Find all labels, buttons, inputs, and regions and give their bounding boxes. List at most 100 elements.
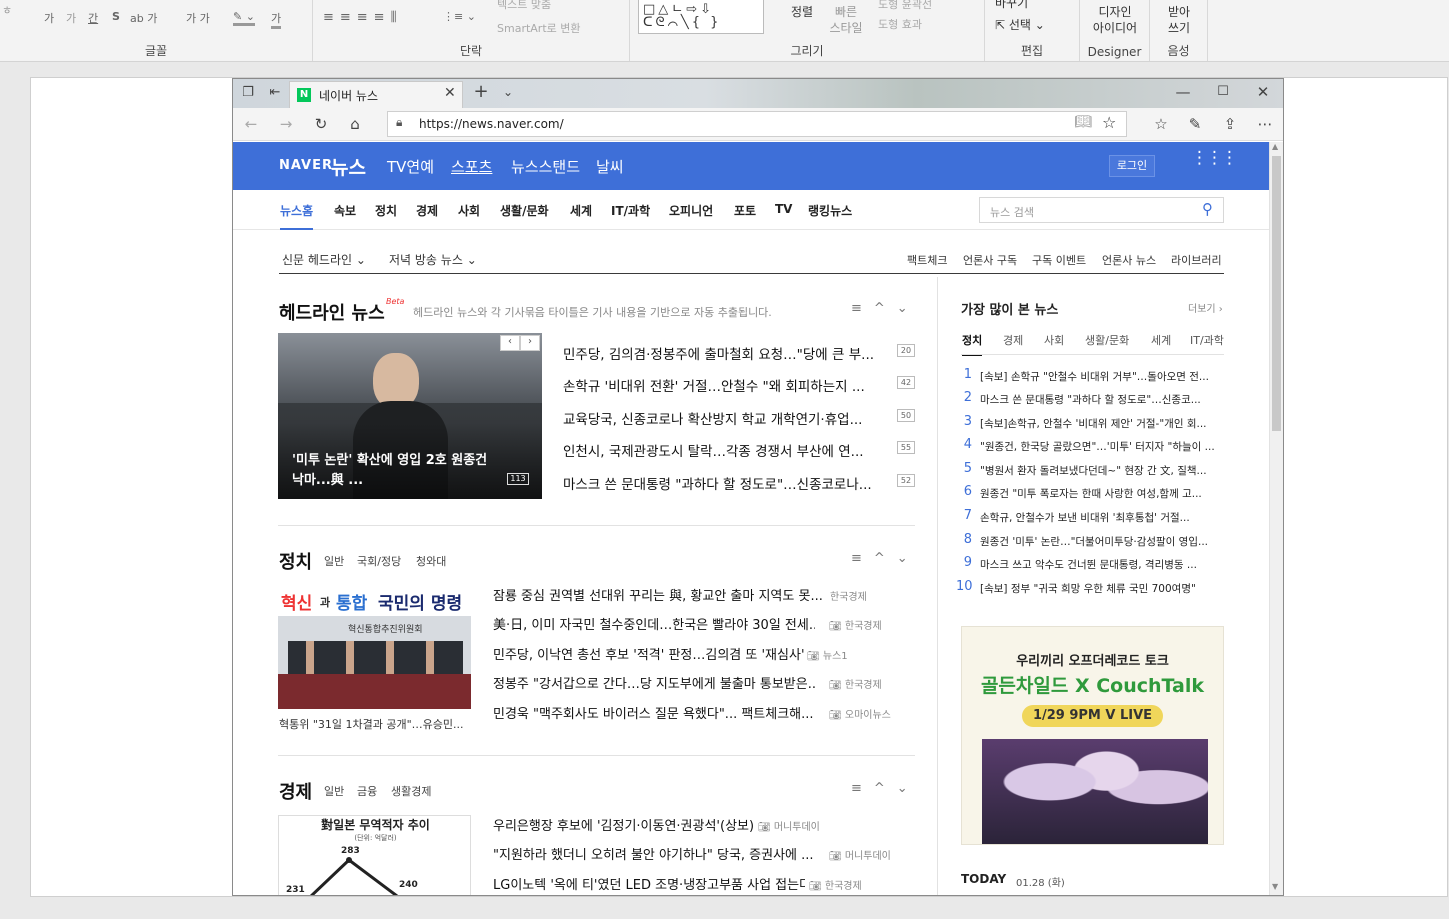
politics-item-1[interactable]: 잠룡 중심 권역별 선대위 꾸리는 與, 황교안 출마 지역도 못... — [493, 585, 823, 604]
politics-photo[interactable]: 혁신 과 통합 국민의 명령 혁신통합추진위원회 — [278, 586, 471, 709]
lnb-breaking[interactable]: 속보 — [334, 202, 356, 219]
minimize-icon[interactable]: — — [1173, 82, 1193, 102]
more-menu-icon[interactable]: ⋯ — [1255, 114, 1275, 134]
politics-item-3[interactable]: 민주당, 이낙연 총선 후보 '적격' 판정…김의겸 또 '재심사' — [493, 644, 805, 663]
ribbon-columns-icon[interactable]: ⋮≡ ⌄ — [443, 10, 476, 23]
scroll-down-icon[interactable]: ▼ — [1272, 882, 1278, 891]
ribbon-shape-effects-button[interactable]: 도형 효과 — [878, 16, 922, 32]
lnb-photo[interactable]: 포토 — [734, 202, 756, 219]
headline-photo[interactable]: ‹ › '미투 논란' 확산에 영입 2호 원종건 낙마...與 ... 113 — [278, 333, 542, 499]
close-tab-icon[interactable]: ✕ — [444, 85, 456, 101]
news-search-input[interactable]: 뉴스 검색 ⚲ — [979, 197, 1224, 223]
favorites-hub-icon[interactable]: ☆ — [1151, 114, 1171, 134]
press-subscribe-link[interactable]: 언론사 구독 — [963, 252, 1017, 268]
politics-item-5[interactable]: 민경욱 "맥주회사도 바이러스 질문 욕했다"... 팩트체크해... — [493, 703, 815, 722]
politics-controls[interactable]: ≡^⌄ — [851, 551, 920, 566]
search-icon[interactable]: ⚲ — [1202, 200, 1213, 218]
economy-title[interactable]: 경제 — [279, 778, 312, 804]
forward-icon[interactable]: → — [276, 114, 296, 134]
gnb-sports[interactable]: 스포츠 — [451, 156, 492, 177]
ribbon-arrange-button[interactable]: 정렬 — [782, 4, 822, 20]
browser-tab-naver-news[interactable]: N 네이버 뉴스 ✕ — [289, 81, 463, 108]
newspaper-headline-dropdown[interactable]: 신문 헤드라인 ⌄ — [282, 251, 366, 268]
tab-list-chevron-icon[interactable]: ⌄ — [499, 82, 517, 102]
login-button[interactable]: 로그인 — [1109, 155, 1155, 177]
news-logo[interactable]: 뉴스 — [331, 153, 366, 180]
ribbon-highlight-button[interactable]: ✎ ⌄ — [233, 10, 255, 26]
ribbon-select-button[interactable]: ⇱ 선택 ⌄ — [995, 16, 1045, 33]
politics-press-5[interactable]: 📷︎ 오마이뉴스 — [829, 706, 891, 721]
close-window-icon[interactable]: ✕ — [1253, 82, 1273, 102]
ribbon-design-ideas-button[interactable]: 디자인 아이디어 — [1080, 4, 1150, 36]
ribbon-font-color-button[interactable]: 가 — [271, 10, 282, 29]
back-icon[interactable]: ← — [241, 114, 261, 134]
maximize-icon[interactable]: ☐ — [1213, 82, 1233, 102]
share-icon[interactable]: ⇪ — [1220, 114, 1240, 134]
lnb-politics[interactable]: 정치 — [375, 202, 397, 219]
economy-item-3[interactable]: LG이노텍 '옥에 티'였던 LED 조명·냉장고부품 사업 접는다 — [493, 874, 805, 893]
refresh-icon[interactable]: ↻ — [311, 114, 331, 134]
evening-broadcast-dropdown[interactable]: 저녁 방송 뉴스 ⌄ — [389, 251, 477, 268]
ranking-tab-life-culture[interactable]: 생활/문화 — [1085, 332, 1129, 348]
scrollbar-thumb[interactable] — [1272, 156, 1281, 431]
ribbon-change-case-button[interactable]: 가 가 — [186, 10, 210, 26]
ranking-tab-economy[interactable]: 경제 — [1003, 332, 1023, 348]
reading-view-icon[interactable]: 📖︎ — [1074, 114, 1092, 130]
rank-item-1[interactable]: [속보] 손학규 "안철수 비대위 거부"…돌아오면 전... — [980, 369, 1216, 384]
ribbon-shape-outline-button[interactable]: 도형 윤곽선 — [878, 0, 932, 12]
factcheck-link[interactable]: 팩트체크 — [907, 252, 947, 268]
ranking-tab-it-science[interactable]: IT/과학 — [1190, 332, 1224, 348]
gnb-weather[interactable]: 날씨 — [596, 156, 624, 177]
rank-item-6[interactable]: 원종건 "미투 폭로자는 한때 사랑한 여성,함께 고... — [980, 486, 1216, 501]
economy-sub-living[interactable]: 생활경제 — [391, 783, 431, 799]
ranking-tab-society[interactable]: 사회 — [1044, 332, 1064, 348]
scroll-up-icon[interactable]: ▲ — [1272, 142, 1278, 151]
lnb-it-science[interactable]: IT/과학 — [611, 202, 650, 219]
politics-sub-general[interactable]: 일반 — [324, 553, 344, 569]
web-note-icon[interactable]: ✎ — [1185, 114, 1205, 134]
ribbon-quick-styles-button[interactable]: 빠른 스타일 — [820, 4, 872, 36]
ribbon-align-icons[interactable]: ≡≡≡≡⫼ — [323, 10, 403, 25]
rank-item-3[interactable]: [속보]손학규, 안철수 '비대위 제안' 거절-"개인 회... — [980, 416, 1216, 431]
rank-item-5[interactable]: "병원서 환자 돌려보냈다던데~" 현장 간 文, 질책... — [980, 463, 1216, 478]
app-grid-icon[interactable]: ⋮⋮⋮ — [1191, 150, 1238, 167]
lnb-society[interactable]: 사회 — [458, 202, 480, 219]
lnb-ranking[interactable]: 랭킹뉴스 — [808, 202, 852, 219]
politics-press-2[interactable]: 📷︎ 한국경제 — [829, 617, 882, 632]
ranking-tab-politics[interactable]: 정치 — [962, 332, 983, 356]
ribbon-dictate-button[interactable]: 받아 쓰기 — [1150, 4, 1208, 36]
ranking-tab-world[interactable]: 세계 — [1151, 332, 1171, 348]
ribbon-smartart-button[interactable]: SmartArt로 변환 — [497, 20, 581, 36]
politics-item-4[interactable]: 정봉주 "강서갑으로 간다…당 지도부에게 불출마 통보받은... — [493, 673, 815, 692]
politics-press-1[interactable]: 한국경제 — [830, 588, 867, 603]
ribbon-font-size-up[interactable]: 가 — [44, 10, 54, 26]
politics-sub-bluehouse[interactable]: 청와대 — [416, 553, 446, 569]
press-news-link[interactable]: 언론사 뉴스 — [1102, 252, 1156, 268]
ribbon-shapes-gallery[interactable]: □△ㄴ⇨⇩ ᑕᘓ⌒╲{ } — [638, 0, 764, 34]
set-tabs-aside-icon[interactable]: ⇤ — [266, 83, 284, 103]
naver-logo[interactable]: NAVER — [279, 158, 333, 173]
ribbon-replace-button[interactable]: 바꾸기 — [995, 0, 1028, 11]
rank-item-8[interactable]: 원종건 '미투' 논란…"더불어미투당·감성팔이 영입... — [980, 534, 1216, 549]
economy-sub-general[interactable]: 일반 — [324, 783, 344, 799]
lnb-tv[interactable]: TV — [775, 202, 792, 216]
page-scrollbar[interactable]: ▲ ▼ — [1269, 142, 1283, 895]
politics-press-4[interactable]: 📷︎ 한국경제 — [829, 676, 882, 691]
ribbon-shadow-button[interactable]: S — [112, 10, 120, 23]
rank-item-10[interactable]: [속보] 정부 "귀국 희망 우한 체류 국민 700여명" — [980, 581, 1216, 596]
photo-prev-icon[interactable]: ‹ — [500, 335, 520, 351]
economy-item-2[interactable]: "지원하라 했더니 오히려 불안 야기하나" 당국, 증권사에 ... — [493, 844, 815, 863]
ranking-more-link[interactable]: 더보기 › — [1188, 300, 1223, 315]
ribbon-strikethrough-button[interactable]: ab 가 — [130, 10, 157, 26]
lnb-world[interactable]: 세계 — [570, 202, 592, 219]
rank-item-4[interactable]: "원종건, 한국당 골랐으면"…'미투' 터지자 "하늘이 ... — [980, 439, 1216, 454]
economy-press-1[interactable]: 📷︎ 머니투데이 — [758, 818, 820, 833]
lnb-economy[interactable]: 경제 — [416, 202, 438, 219]
lnb-life-culture[interactable]: 생활/문화 — [500, 202, 549, 219]
gnb-tv-entertainment[interactable]: TV연예 — [387, 156, 434, 177]
economy-item-1[interactable]: 우리은행장 후보에 '김정기·이동연·권광석'(상보) — [493, 815, 753, 834]
rank-item-9[interactable]: 마스크 쓰고 악수도 건너뛴 문대통령, 격리병동 ... — [980, 557, 1216, 572]
subscribe-event-link[interactable]: 구독 이벤트 — [1032, 252, 1086, 268]
economy-sub-finance[interactable]: 금융 — [357, 783, 377, 799]
tabs-aside-icon[interactable]: ❐ — [239, 83, 257, 103]
